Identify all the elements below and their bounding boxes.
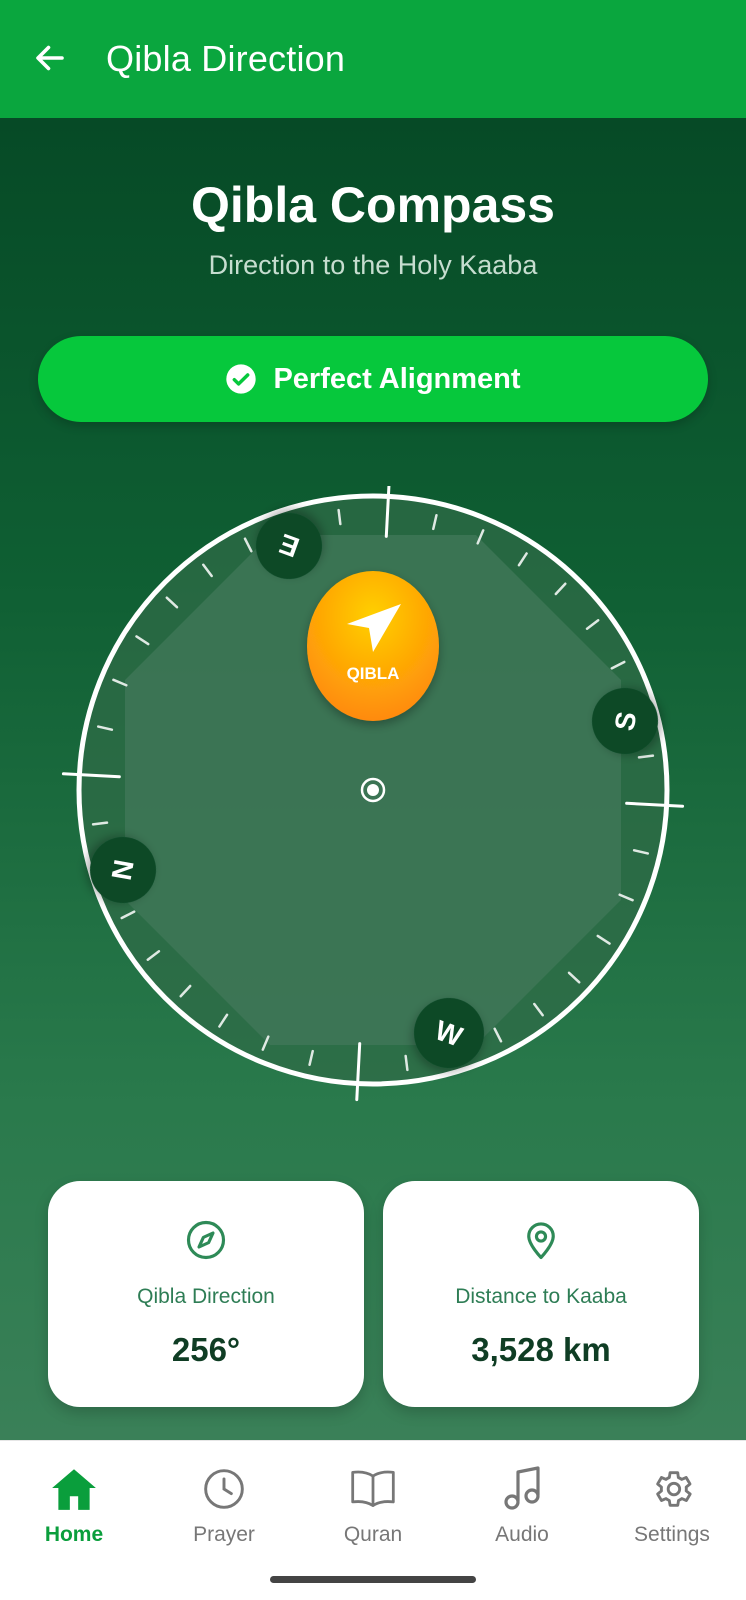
gear-icon <box>656 1471 692 1507</box>
main-content: Qibla Compass Direction to the Holy Kaab… <box>0 118 746 1440</box>
back-button[interactable] <box>28 36 72 80</box>
compass-tick <box>404 1054 409 1072</box>
nav-item-home[interactable]: Home <box>14 1463 134 1547</box>
arrow-left-icon <box>36 45 64 71</box>
alignment-status-label: Perfect Alignment <box>273 362 521 395</box>
page-subtitle: Direction to the Holy Kaaba <box>208 250 538 280</box>
page-title: Qibla Compass <box>191 177 555 233</box>
home-indicator[interactable] <box>270 1576 476 1583</box>
qibla-direction-value: 256° <box>171 1331 241 1368</box>
check-circle-icon <box>226 364 257 394</box>
compass-tick <box>91 821 109 826</box>
alignment-status-badge: Perfect Alignment <box>38 336 708 422</box>
music-note-icon <box>504 1466 540 1510</box>
nav-item-settings-label: Settings <box>634 1523 710 1546</box>
home-icon <box>52 1469 96 1510</box>
qibla-compass[interactable]: E S N W QIBLA <box>0 486 746 1246</box>
compass-icon <box>186 1220 226 1260</box>
nav-item-prayer[interactable]: Prayer <box>164 1463 284 1547</box>
nav-item-home-label: Home <box>44 1523 104 1546</box>
book-icon <box>351 1470 395 1507</box>
qibla-marker-label: QIBLA <box>347 664 400 683</box>
distance-value: 3,528 km <box>471 1331 611 1368</box>
app-bar: Qibla Direction <box>0 0 746 118</box>
app-bar-title: Qibla Direction <box>106 38 346 79</box>
nav-item-quran-label: Quran <box>343 1523 403 1546</box>
nav-item-audio[interactable]: Audio <box>462 1463 582 1547</box>
compass-tick <box>637 754 655 759</box>
nav-item-prayer-label: Prayer <box>193 1523 255 1546</box>
distance-card: Distance to Kaaba 3,528 km <box>383 1181 699 1407</box>
nav-item-audio-label: Audio <box>495 1523 549 1546</box>
location-pin-icon <box>527 1222 555 1260</box>
nav-item-quran[interactable]: Quran <box>313 1463 433 1547</box>
nav-item-settings[interactable]: Settings <box>612 1463 732 1547</box>
distance-label: Distance to Kaaba <box>455 1285 627 1308</box>
qibla-direction-label: Qibla Direction <box>137 1285 275 1308</box>
clock-icon <box>204 1469 244 1509</box>
qibla-marker: QIBLA <box>307 571 439 721</box>
qibla-direction-card: Qibla Direction 256° <box>48 1181 364 1407</box>
compass-tick <box>337 508 342 526</box>
